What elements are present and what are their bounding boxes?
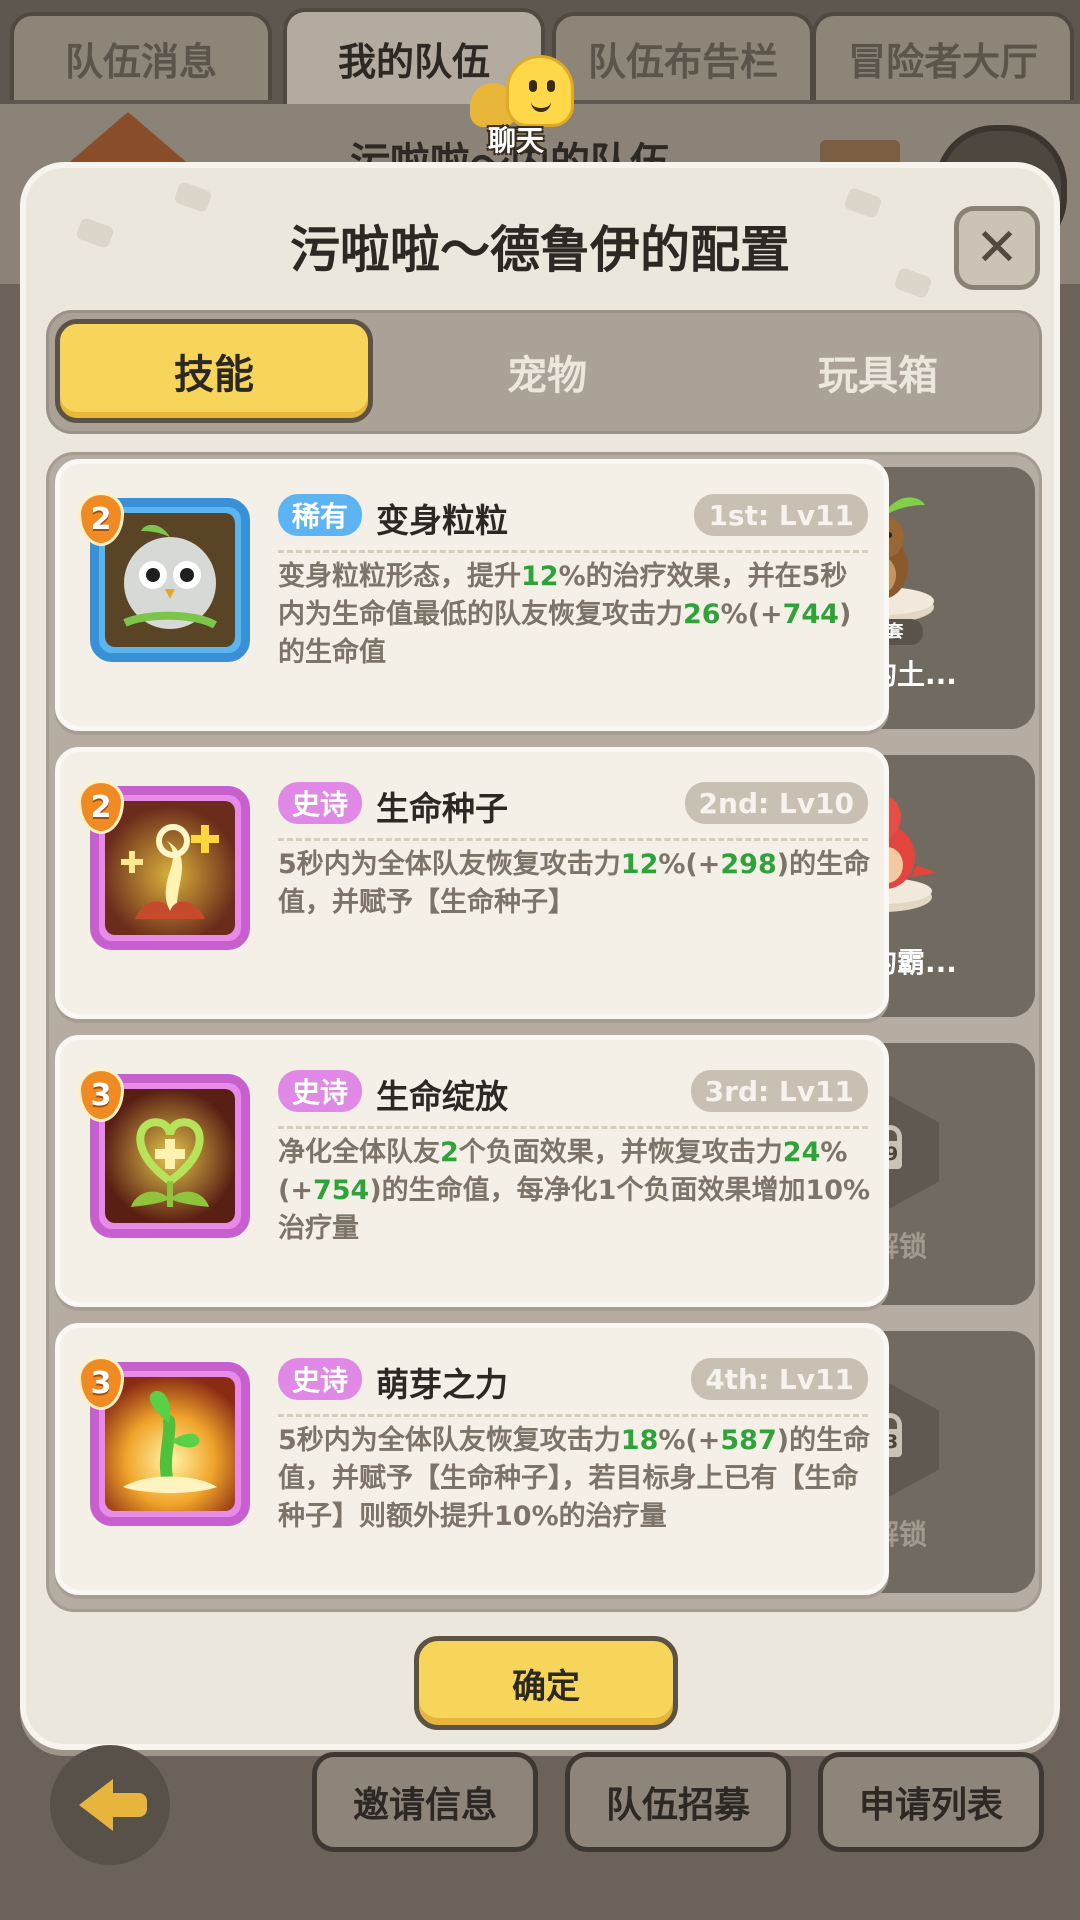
- highlight-value: 18: [620, 1425, 659, 1456]
- skill-card[interactable]: 3 史诗 萌芽之力 4th: Lv11 5秒内为全体队友恢复攻击力18%(+58…: [55, 1323, 889, 1595]
- tab-toybox[interactable]: 玩具箱: [713, 313, 1043, 431]
- highlight-value: 26: [683, 599, 721, 630]
- rarity-badge: 史诗: [278, 1358, 363, 1400]
- skill-card[interactable]: 2 稀有 变身粒粒 1st: Lv11 变身粒粒形态，提升12%的治疗效果，并在…: [55, 459, 889, 731]
- rarity-badge: 稀有: [278, 494, 363, 536]
- skill-row: 进击的霸... 2 史诗 生命种子: [55, 747, 1035, 1019]
- chat-button[interactable]: 聊天: [470, 55, 590, 157]
- description-text: 个负面效果，并恢复攻击力: [458, 1137, 783, 1168]
- sprout-power-skill-icon: [105, 1377, 235, 1511]
- skill-description: 5秒内为全体队友恢复攻击力12%(+298)的生命值，并赋予【生命种子】: [278, 846, 874, 922]
- config-dialog: 污啦啦～德鲁伊的配置 ✕ 技能 宠物 玩具箱 三件套 快乐的土...: [20, 162, 1060, 1750]
- skill-name: 变身粒粒: [376, 501, 508, 540]
- close-button[interactable]: ✕: [954, 206, 1040, 290]
- config-tab-bar: 技能 宠物 玩具箱: [46, 310, 1042, 434]
- confirm-button[interactable]: 确定: [414, 1636, 678, 1730]
- description-text: 5秒内为全体队友恢复攻击力: [278, 849, 621, 880]
- tab-skills[interactable]: 技能: [55, 319, 373, 423]
- divider: [278, 1126, 868, 1129]
- back-arrow-icon: [79, 1779, 147, 1831]
- description-text: 变身粒粒形态，提升: [278, 561, 521, 592]
- highlight-value: 587: [720, 1425, 777, 1456]
- rarity-badge: 史诗: [278, 782, 363, 824]
- highlight-value: 2: [440, 1137, 459, 1168]
- skill-name: 生命种子: [376, 789, 508, 828]
- skill-description: 变身粒粒形态，提升12%的治疗效果，并在5秒内为生命值最低的队友恢复攻击力26%…: [278, 558, 874, 672]
- highlight-value: 12: [620, 849, 659, 880]
- skill-row: 59 未解锁 3 史诗: [55, 1035, 1035, 1307]
- skill-slot-level: 3rd: Lv11: [690, 1070, 868, 1112]
- divider: [278, 550, 868, 553]
- team-recruit-button[interactable]: 队伍招募: [565, 1752, 791, 1852]
- decor-stone: [173, 180, 213, 214]
- tab-adventurer-hall[interactable]: 冒险者大厅: [812, 12, 1074, 100]
- skill-slot-level: 1st: Lv11: [694, 494, 868, 536]
- description-text: 5秒内为全体队友恢复攻击力: [278, 1425, 621, 1456]
- rarity-badge: 史诗: [278, 1070, 363, 1112]
- divider: [278, 1414, 868, 1417]
- chat-label: 聊天: [488, 124, 545, 157]
- tab-pets[interactable]: 宠物: [382, 313, 712, 431]
- description-text: %(+: [720, 599, 783, 630]
- dialog-title: 污啦啦～德鲁伊的配置: [290, 221, 790, 279]
- tab-team-bulletin[interactable]: 队伍布告栏: [552, 12, 814, 100]
- tab-team-messages[interactable]: 队伍消息: [10, 12, 272, 100]
- skill-card[interactable]: 2 史诗 生命种子 2nd: Lv10 5秒内为全体队友恢复攻击力12%(+29…: [55, 747, 889, 1019]
- skill-description: 5秒内为全体队友恢复攻击力18%(+587)的生命值，并赋予【生命种子】，若目标…: [278, 1422, 874, 1536]
- life-seed-skill-icon: [105, 801, 235, 935]
- skill-list: 三件套 快乐的土... 2: [46, 452, 1042, 1612]
- skill-row: 63 未解锁 3 史诗 萌芽之力: [55, 1323, 1035, 1595]
- highlight-value: 12: [521, 561, 559, 592]
- skill-description: 净化全体队友2个负面效果，并恢复攻击力24%(+754)的生命值，每净化1个负面…: [278, 1134, 874, 1248]
- skill-name: 生命绽放: [376, 1077, 508, 1116]
- highlight-value: 298: [720, 849, 777, 880]
- divider: [278, 838, 868, 841]
- highlight-value: 744: [782, 599, 839, 630]
- invite-info-button[interactable]: 邀请信息: [312, 1752, 538, 1852]
- skill-slot-level: 4th: Lv11: [691, 1358, 868, 1400]
- life-bloom-skill-icon: [105, 1089, 235, 1223]
- description-text: 净化全体队友: [278, 1137, 440, 1168]
- skill-row: 三件套 快乐的土... 2: [55, 459, 1035, 731]
- chat-mascot-icon: [506, 55, 574, 127]
- back-button[interactable]: [50, 1745, 170, 1865]
- description-text: %(+: [658, 1425, 721, 1456]
- skill-card[interactable]: 3 史诗 生命绽放 3rd: Lv11 净化全体队友2个负面效果，并恢复攻击力2…: [55, 1035, 889, 1307]
- skill-name: 萌芽之力: [376, 1365, 508, 1404]
- highlight-value: 24: [782, 1137, 821, 1168]
- description-text: %(+: [658, 849, 721, 880]
- application-list-button[interactable]: 申请列表: [818, 1752, 1044, 1852]
- owl-skill-icon: [105, 513, 235, 647]
- highlight-value: 754: [312, 1175, 370, 1206]
- skill-slot-level: 2nd: Lv10: [684, 782, 868, 824]
